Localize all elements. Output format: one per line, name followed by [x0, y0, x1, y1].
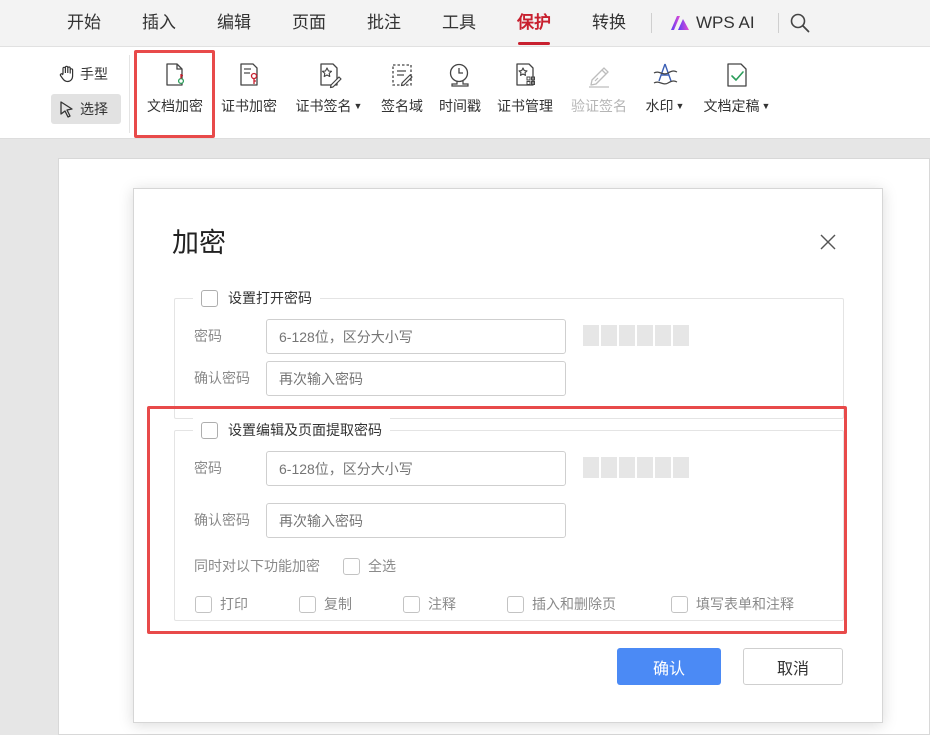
- highlight-edit-password-section: [147, 406, 847, 634]
- tool-label: 验证签名: [571, 98, 627, 114]
- tool-label: 文档定稿 ▼: [704, 97, 771, 115]
- menu-protect[interactable]: 保护: [517, 12, 551, 34]
- select-tool-button[interactable]: 选择: [51, 94, 121, 124]
- open-password-label: 密码: [194, 328, 222, 344]
- watermark-icon: [653, 63, 678, 85]
- open-password-checkbox[interactable]: [201, 289, 218, 307]
- certificate-encrypt-icon: [240, 63, 258, 86]
- certificate-encrypt-button[interactable]: 证书加密: [218, 59, 280, 123]
- certificate-manage-button[interactable]: 证书管理: [494, 59, 556, 123]
- open-password-legend: 设置打开密码: [193, 286, 320, 310]
- timestamp-icon: [449, 63, 469, 87]
- tool-label: 签名域: [381, 98, 423, 114]
- ribbon-divider: [129, 55, 130, 133]
- watermark-button[interactable]: 水印 ▼: [642, 59, 688, 123]
- open-password-strength-meter: [583, 325, 689, 346]
- hand-tool-button[interactable]: 手型: [52, 62, 122, 86]
- menu-tools[interactable]: 工具: [442, 12, 476, 34]
- tool-label: 证书加密: [221, 98, 277, 114]
- open-confirm-input[interactable]: [266, 361, 566, 396]
- verify-signature-icon: [589, 67, 609, 88]
- menu-edit[interactable]: 编辑: [217, 12, 251, 34]
- certificate-manage-icon: [516, 63, 535, 86]
- cancel-button[interactable]: 取消: [743, 648, 843, 685]
- tool-label: 证书签名 ▼: [296, 97, 363, 115]
- chevron-down-icon: ▼: [675, 101, 685, 111]
- tool-label-text: 水印: [645, 98, 674, 114]
- cursor-arrow-icon: [60, 101, 73, 118]
- tool-label: 时间戳: [439, 98, 481, 114]
- menu-convert[interactable]: 转换: [592, 12, 626, 34]
- hand-tool-label: 手型: [80, 66, 108, 82]
- highlight-document-encrypt: [134, 50, 215, 138]
- menu-start[interactable]: 开始: [67, 12, 101, 34]
- open-password-section: 设置打开密码: [174, 286, 844, 419]
- document-finalize-icon: [727, 63, 747, 87]
- open-password-checkbox-label: 设置打开密码: [228, 290, 312, 306]
- confirm-button[interactable]: 确认: [617, 648, 721, 685]
- menu-divider: [651, 13, 652, 33]
- document-finalize-button[interactable]: 文档定稿 ▼: [700, 59, 774, 123]
- select-tool-label: 选择: [80, 101, 108, 117]
- menu-page[interactable]: 页面: [292, 12, 326, 34]
- hand-icon: [59, 65, 74, 83]
- search-icon[interactable]: [790, 13, 810, 33]
- tool-label-text: 证书签名: [295, 98, 352, 114]
- open-password-input[interactable]: [266, 319, 566, 354]
- tool-label: 证书管理: [497, 98, 553, 114]
- signature-field-button[interactable]: 签名域: [377, 59, 427, 123]
- wps-ai-label[interactable]: WPS AI: [696, 12, 755, 34]
- menu-divider: [778, 13, 779, 33]
- menu-bar: 开始 插入 编辑 页面 批注 工具 保护 转换 WPS AI: [0, 0, 930, 47]
- open-confirm-label: 确认密码: [194, 370, 250, 386]
- signature-field-icon: [392, 64, 413, 87]
- tool-label-text: 文档定稿: [703, 98, 760, 114]
- close-icon[interactable]: [819, 233, 837, 251]
- chevron-down-icon: ▼: [761, 101, 771, 111]
- dialog-title: 加密: [172, 228, 226, 258]
- timestamp-button[interactable]: 时间戳: [435, 59, 485, 123]
- wps-ai-logo-icon[interactable]: [670, 15, 690, 31]
- tool-label: 水印 ▼: [646, 97, 685, 115]
- active-tab-indicator: [518, 42, 550, 45]
- menu-comment[interactable]: 批注: [367, 12, 401, 34]
- certificate-sign-icon: [320, 63, 342, 89]
- certificate-sign-button[interactable]: 证书签名 ▼: [292, 59, 366, 123]
- chevron-down-icon: ▼: [353, 101, 363, 111]
- verify-signature-button[interactable]: 验证签名: [568, 59, 630, 123]
- menu-insert[interactable]: 插入: [142, 12, 176, 34]
